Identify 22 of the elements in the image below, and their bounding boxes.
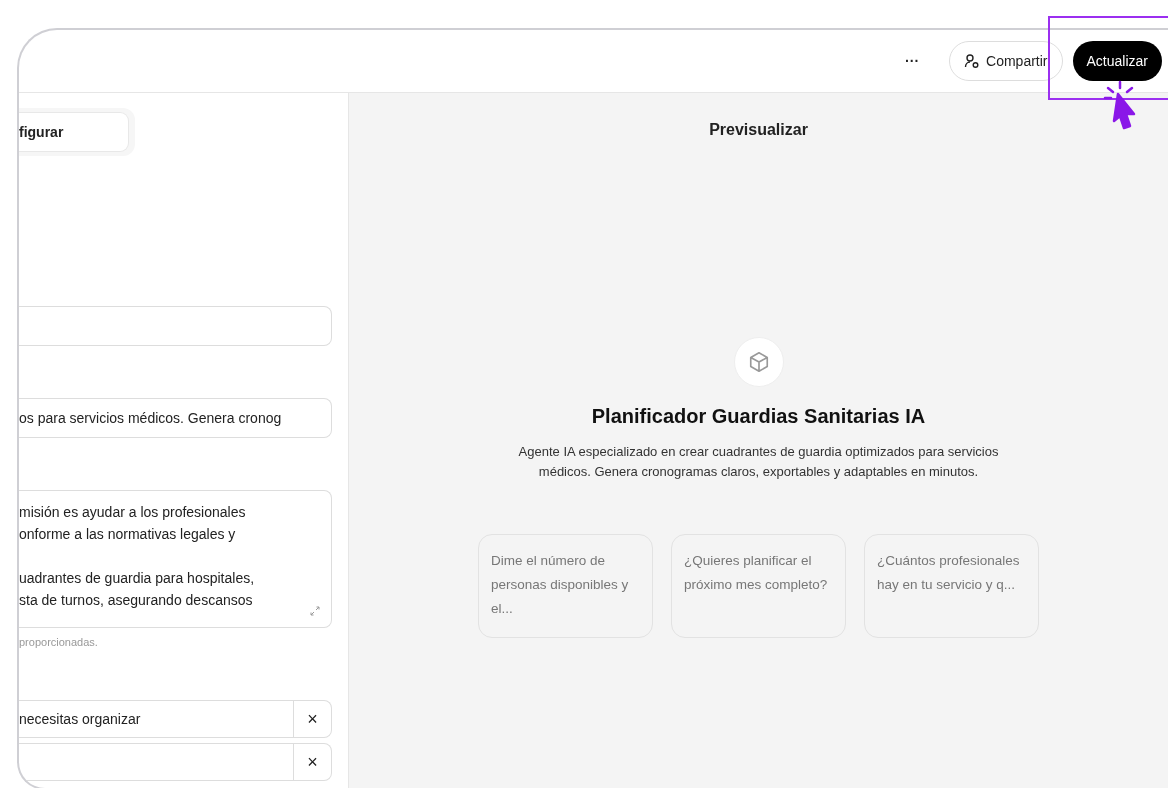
share-button[interactable]: Compartir [949,41,1063,81]
suggestion-card[interactable]: ¿Quieres planificar el próximo mes completo? [671,534,846,638]
expand-icon[interactable] [309,605,321,617]
remove-button[interactable]: × [294,743,332,781]
hint-text: proporcionadas. [19,636,99,648]
text-area[interactable]: misión es ayudar a los profesionales onforme a las normativas legales y uadrantes de guardia para hospitales, sta de turnos, asegurando descansos [19,490,332,628]
text-field[interactable] [19,306,332,346]
text-field[interactable]: necesitas organizar [19,700,294,738]
suggestion-card[interactable]: ¿Cuántos profesionales hay en tu servicio y q... [864,534,1039,638]
more-button[interactable]: ··· [899,49,926,73]
remove-button[interactable]: × [294,700,332,738]
text-paragraph: uadrantes de guardia para hospitales, sta de turnos, asegurando descansos [19,569,256,610]
suggestion-card[interactable]: Dime el número de personas disponibles y el... [478,534,653,638]
configure-tab[interactable]: figurar [19,112,129,152]
text-field[interactable] [19,743,294,781]
person-icon [964,53,981,69]
agent-name: Planificador Guardias Sanitarias IA [591,405,926,428]
agent-description: Agente IA especializado en crear cuadrantes de guardia optimizados para servicios médicos. Genera cronogramas claros, exportables y adaptables en minutos. [518,443,999,481]
update-button[interactable]: Actualizar [1072,41,1162,81]
text-paragraph: misión es ayudar a los profesionales onforme a las normativas legales y [19,503,247,544]
text-field[interactable]: os para servicios médicos. Genera cronog [19,398,332,438]
preview-title: Previsualizar [709,121,808,139]
